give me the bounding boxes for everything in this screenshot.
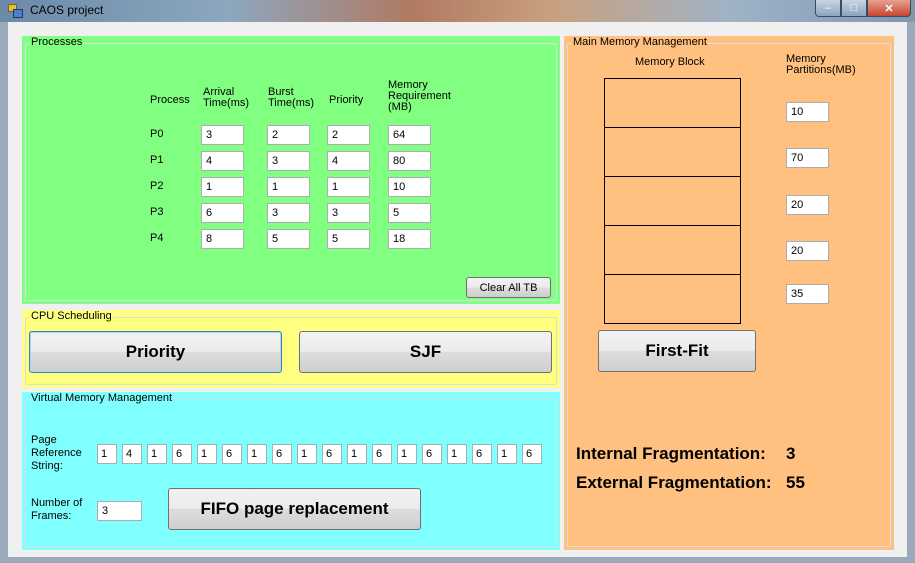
page-reference-input[interactable]: 4 (122, 444, 142, 464)
page-reference-input[interactable]: 6 (222, 444, 242, 464)
header-arrival-time: Arrival Time(ms) (203, 86, 250, 109)
priority-input[interactable]: 4 (327, 151, 370, 171)
processes-group-label: Processes (30, 36, 84, 48)
window-frame-right (907, 22, 915, 563)
process-name: P4 (150, 232, 164, 244)
header-burst-time: Burst Time(ms) (268, 86, 315, 109)
header-memory-requirement: Memory Requirement (MB) (388, 79, 451, 113)
page-reference-input[interactable]: 1 (247, 444, 267, 464)
arrival-time-input[interactable]: 1 (201, 177, 244, 197)
memory-block-cell (605, 128, 740, 177)
page-reference-input[interactable]: 6 (172, 444, 192, 464)
page-reference-label: Page Reference String: (31, 434, 82, 472)
fifo-page-replacement-button[interactable]: FIFO page replacement (168, 488, 421, 530)
frames-label: Number of Frames: (31, 497, 83, 522)
burst-time-input[interactable]: 1 (267, 177, 310, 197)
memory-block-cell (605, 177, 740, 226)
window-frame-bottom (0, 557, 915, 563)
memory-partitions-label: Memory Partitions(MB) (786, 53, 856, 76)
cpu-scheduling-group-label: CPU Scheduling (30, 310, 113, 322)
arrival-time-input[interactable]: 3 (201, 125, 244, 145)
close-button[interactable]: ✕ (867, 0, 911, 17)
page-reference-input[interactable]: 6 (272, 444, 292, 464)
first-fit-button[interactable]: First-Fit (598, 330, 756, 372)
priority-input[interactable]: 2 (327, 125, 370, 145)
external-fragmentation-label: External Fragmentation: (576, 473, 772, 492)
header-priority: Priority (329, 94, 364, 106)
header-process: Process (150, 94, 190, 106)
memory-partition-input[interactable]: 20 (786, 241, 829, 261)
burst-time-input[interactable]: 2 (267, 125, 310, 145)
burst-time-input[interactable]: 3 (267, 151, 310, 171)
app-window: CAOS project ‒ □ ✕ Processes Process Arr… (0, 0, 915, 563)
page-reference-input[interactable]: 1 (147, 444, 167, 464)
memory-block-cell (605, 275, 740, 324)
maximize-icon: □ (850, 2, 858, 14)
page-reference-input[interactable]: 1 (497, 444, 517, 464)
page-reference-input[interactable]: 1 (347, 444, 367, 464)
page-reference-input[interactable]: 6 (472, 444, 492, 464)
title-bar[interactable]: CAOS project ‒ □ ✕ (0, 0, 915, 22)
arrival-time-input[interactable]: 8 (201, 229, 244, 249)
maximize-button[interactable]: □ (841, 0, 867, 17)
memory-block-cell (605, 226, 740, 275)
page-reference-input[interactable]: 1 (447, 444, 467, 464)
virtual-memory-group-label: Virtual Memory Management (30, 392, 174, 404)
page-reference-input[interactable]: 6 (522, 444, 542, 464)
internal-fragmentation-label: Internal Fragmentation: (576, 444, 766, 463)
minimize-button[interactable]: ‒ (815, 0, 841, 17)
process-name: P0 (150, 128, 164, 140)
internal-fragmentation-value: 3 (786, 444, 796, 463)
memory-block-diagram (604, 78, 741, 324)
page-reference-input[interactable]: 1 (397, 444, 417, 464)
memory-requirement-input[interactable]: 5 (388, 203, 431, 223)
memory-partition-input[interactable]: 10 (786, 102, 829, 122)
burst-time-input[interactable]: 3 (267, 203, 310, 223)
window-title: CAOS project (30, 3, 104, 17)
arrival-time-input[interactable]: 6 (201, 203, 244, 223)
app-icon[interactable] (8, 4, 23, 18)
memory-partition-input[interactable]: 20 (786, 195, 829, 215)
minimize-icon: ‒ (824, 2, 832, 14)
process-name: P2 (150, 180, 164, 192)
memory-partition-input[interactable]: 35 (786, 284, 829, 304)
clear-all-button[interactable]: Clear All TB (466, 277, 551, 298)
page-reference-input[interactable]: 1 (197, 444, 217, 464)
main-memory-group-label: Main Memory Management (572, 36, 708, 48)
close-icon: ✕ (884, 2, 894, 15)
arrival-time-input[interactable]: 4 (201, 151, 244, 171)
process-name: P1 (150, 154, 164, 166)
page-reference-input[interactable]: 1 (97, 444, 117, 464)
page-reference-input[interactable]: 1 (297, 444, 317, 464)
priority-scheduling-button[interactable]: Priority (29, 331, 282, 373)
window-frame-left (0, 22, 8, 563)
process-name: P3 (150, 206, 164, 218)
memory-requirement-input[interactable]: 18 (388, 229, 431, 249)
frames-input[interactable]: 3 (97, 501, 142, 521)
priority-input[interactable]: 5 (327, 229, 370, 249)
memory-block-label: Memory Block (635, 56, 705, 68)
priority-input[interactable]: 3 (327, 203, 370, 223)
page-reference-input[interactable]: 6 (322, 444, 342, 464)
page-reference-input[interactable]: 6 (372, 444, 392, 464)
page-reference-input[interactable]: 6 (422, 444, 442, 464)
memory-requirement-input[interactable]: 10 (388, 177, 431, 197)
external-fragmentation-value: 55 (786, 473, 805, 492)
memory-block-cell (605, 79, 740, 128)
burst-time-input[interactable]: 5 (267, 229, 310, 249)
memory-requirement-input[interactable]: 80 (388, 151, 431, 171)
memory-requirement-input[interactable]: 64 (388, 125, 431, 145)
sjf-scheduling-button[interactable]: SJF (299, 331, 552, 373)
priority-input[interactable]: 1 (327, 177, 370, 197)
memory-partition-input[interactable]: 70 (786, 148, 829, 168)
